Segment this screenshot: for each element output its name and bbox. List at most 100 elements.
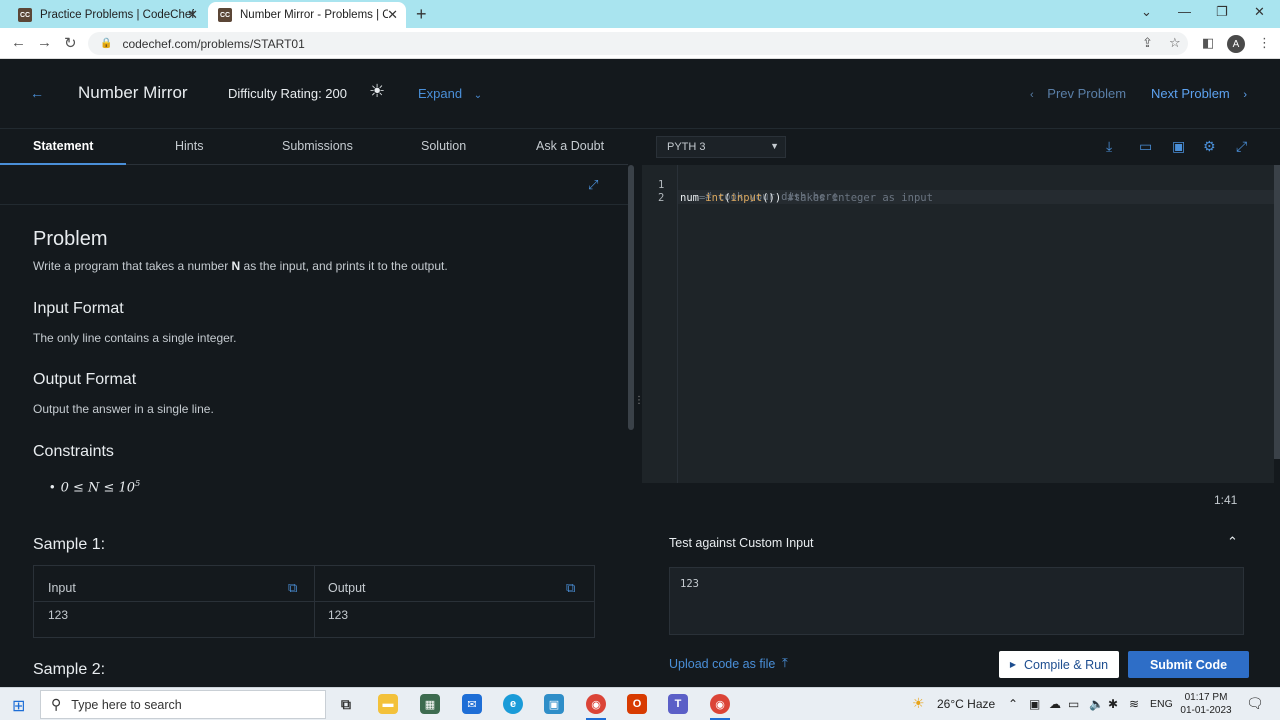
app-icon[interactable]: ▣ <box>544 694 564 714</box>
output-format-heading: Output Format <box>33 371 137 388</box>
code-token: int <box>705 192 725 204</box>
close-icon[interactable]: ✕ <box>387 7 398 23</box>
copy-icon[interactable]: ⧉ <box>566 580 575 596</box>
chevron-up-icon[interactable]: ⌃ <box>1227 534 1238 550</box>
wifi-icon[interactable]: ≋ <box>1129 697 1139 711</box>
tab-solution[interactable]: Solution <box>421 139 466 153</box>
copy-icon[interactable]: ⧉ <box>288 580 297 596</box>
tray-icon[interactable]: ▣ <box>1029 697 1040 711</box>
code-token: () <box>762 192 775 204</box>
battery-icon[interactable]: ▭ <box>1068 697 1079 711</box>
tray-icon[interactable]: ☁ <box>1049 697 1061 711</box>
edge-icon[interactable]: e <box>503 694 523 714</box>
chevron-right-icon: › <box>1243 89 1248 101</box>
problem-text-part: Write a program that takes a number <box>33 259 232 273</box>
sidebar-icon[interactable]: ◧ <box>1202 35 1214 51</box>
task-view-icon[interactable]: ⧉ <box>336 694 356 714</box>
app-icon[interactable]: ▦ <box>420 694 440 714</box>
panel-resize-handle[interactable]: ⋮⋮ <box>634 395 654 425</box>
close-window-icon[interactable]: ✕ <box>1254 4 1265 20</box>
editor-scrollbar[interactable] <box>1274 165 1280 459</box>
custom-input-field[interactable]: 123 <box>669 567 1244 635</box>
new-tab-icon[interactable]: + <box>416 4 427 25</box>
statement-tabs: Statement Hints Submissions Solution Ask… <box>0 129 628 165</box>
constraint-item: • 0 ≤ N ≤ 105 <box>50 479 140 495</box>
expand-button[interactable]: Expand ⌄ <box>418 86 482 101</box>
difficulty-rating: Difficulty Rating: 200 <box>228 86 347 101</box>
minimize-icon[interactable]: — <box>1178 4 1191 19</box>
timer: 1:41 <box>1214 493 1238 507</box>
taskbar-search-input[interactable]: ⚲ Type here to search <box>40 690 326 719</box>
office-icon[interactable]: O <box>627 694 647 714</box>
comment-icon[interactable]: ▭ <box>1139 138 1152 155</box>
upload-icon[interactable]: ⤒ <box>782 655 788 671</box>
codechef-favicon-icon: CC <box>218 8 232 22</box>
browser-tab-practice[interactable]: CC Practice Problems | CodeChef ✕ <box>8 2 206 28</box>
clock-date: 01-01-2023 <box>1180 705 1232 716</box>
mail-icon[interactable]: ✉ <box>462 694 482 714</box>
search-placeholder: Type here to search <box>71 697 182 712</box>
maximize-icon[interactable]: ❐ <box>1216 4 1228 20</box>
tab-hints[interactable]: Hints <box>175 139 203 153</box>
input-format-text: The only line contains a single integer. <box>33 331 237 345</box>
custom-input-header[interactable]: Test against Custom Input ⌃ <box>642 526 1274 558</box>
system-clock[interactable]: 01:17 PM 01-01-2023 <box>1178 691 1234 717</box>
weather-text[interactable]: 26°C Haze <box>937 697 995 711</box>
browser-address-bar: ← → ↻ 🔒 codechef.com/problems/START01 ⇪ … <box>0 28 1280 59</box>
tray-icon[interactable]: ✱ <box>1108 697 1118 711</box>
constraint-exponent: 5 <box>135 479 141 488</box>
url-field[interactable]: 🔒 codechef.com/problems/START01 <box>88 32 1188 55</box>
line-number-gutter: 1 2 <box>642 165 678 483</box>
forward-arrow-icon[interactable]: → <box>37 34 52 51</box>
share-icon[interactable]: ⇪ <box>1142 35 1153 51</box>
statement-scrollbar[interactable] <box>628 165 634 430</box>
theme-toggle-sun-icon[interactable]: ☀ <box>369 81 385 102</box>
prev-problem-button[interactable]: ‹ Prev Problem <box>1030 86 1126 101</box>
save-icon[interactable]: ▣ <box>1172 138 1185 155</box>
chrome-icon[interactable]: ◉ <box>586 694 606 714</box>
sample-output-label: Output <box>328 581 366 595</box>
file-explorer-icon[interactable]: ▬ <box>378 694 398 714</box>
notifications-icon[interactable]: 🗨 <box>1246 695 1264 712</box>
gear-icon[interactable]: ⚙ <box>1203 138 1216 155</box>
kebab-menu-icon[interactable]: ⋮ <box>1258 35 1271 51</box>
tab-statement[interactable]: Statement <box>33 139 93 153</box>
clock-time: 01:17 PM <box>1184 692 1228 703</box>
language-select[interactable]: PYTH 3 ▼ <box>656 136 786 158</box>
language-indicator[interactable]: ENG <box>1150 698 1173 710</box>
tab-submissions[interactable]: Submissions <box>282 139 353 153</box>
problem-variable: N <box>231 259 241 273</box>
bullet: • <box>50 479 55 495</box>
expand-label: Expand <box>418 86 463 101</box>
problem-heading: Problem <box>33 228 108 250</box>
input-format-heading: Input Format <box>33 300 124 317</box>
back-arrow-icon[interactable]: ← <box>30 85 44 101</box>
volume-icon[interactable]: 🔈 <box>1089 697 1104 711</box>
windows-start-icon[interactable]: ⊞ <box>12 696 25 716</box>
chevron-up-icon[interactable]: ⌃ <box>1008 697 1018 711</box>
codechef-favicon-icon: CC <box>18 8 32 22</box>
upload-code-link[interactable]: Upload code as file <box>669 657 775 671</box>
sample-1-heading: Sample 1: <box>33 536 106 553</box>
compile-run-button[interactable]: ▶ Compile & Run <box>999 651 1119 678</box>
submit-code-button[interactable]: Submit Code <box>1128 651 1249 678</box>
next-problem-button[interactable]: Next Problem › <box>1151 86 1247 101</box>
language-value: PYTH 3 <box>667 141 706 153</box>
teams-icon[interactable]: T <box>668 694 688 714</box>
code-token: input <box>730 192 763 204</box>
back-arrow-icon[interactable]: ← <box>11 34 26 51</box>
chrome-icon[interactable]: ◉ <box>710 694 730 714</box>
fullscreen-icon[interactable]: ⤢ <box>588 177 598 193</box>
close-icon[interactable]: ✕ <box>187 7 198 23</box>
download-icon[interactable]: ⤓ <box>1106 138 1112 155</box>
avatar[interactable]: A <box>1227 35 1245 53</box>
chevron-down-icon[interactable]: ⌄ <box>1141 4 1152 20</box>
statement-panel: ⤢ Problem Write a program that takes a n… <box>0 165 628 687</box>
tab-ask-a-doubt[interactable]: Ask a Doubt <box>536 139 604 153</box>
code-editor[interactable]: 1 2 # cook your dish here num=int(input(… <box>642 165 1274 483</box>
reload-icon[interactable]: ↻ <box>64 34 77 52</box>
browser-tab-number-mirror[interactable]: CC Number Mirror - Problems | Cod ✕ <box>208 2 406 28</box>
star-icon[interactable]: ☆ <box>1169 35 1181 51</box>
sample-output-value: 123 <box>328 608 349 622</box>
fullscreen-icon[interactable]: ⤢ <box>1236 138 1247 155</box>
